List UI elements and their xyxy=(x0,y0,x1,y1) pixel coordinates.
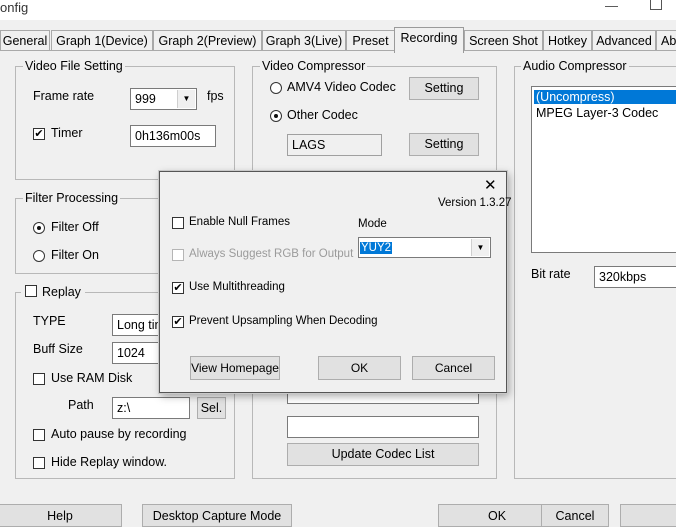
chevron-down-icon: ▼ xyxy=(471,239,489,256)
mode-label: Mode xyxy=(358,218,387,230)
filter-on-label: Filter On xyxy=(51,248,99,262)
maximize-icon[interactable] xyxy=(650,0,662,10)
type-dropdown[interactable]: Long tim xyxy=(112,314,162,336)
window-title: onfig xyxy=(0,0,29,15)
timer-checkbox[interactable]: ✔ xyxy=(33,128,45,140)
frame-rate-value: 999 xyxy=(135,92,156,106)
title-bar xyxy=(0,0,676,20)
tab-advanced[interactable]: Advanced xyxy=(592,30,656,51)
tab-hotkey[interactable]: Hotkey xyxy=(543,30,592,51)
mode-dropdown[interactable]: YUY2 ▼ xyxy=(358,237,491,258)
ram-disk-label: Use RAM Disk xyxy=(51,371,133,385)
dialog-ok-button[interactable]: OK xyxy=(318,356,401,380)
buff-size-input[interactable]: 1024 xyxy=(112,342,162,364)
tab-about[interactable]: Ab xyxy=(656,30,676,51)
audio-codec-item[interactable]: (Uncompress) xyxy=(534,90,676,104)
path-input[interactable]: z:\ xyxy=(112,397,190,419)
suggest-rgb-label: Always Suggest RGB for Output xyxy=(189,248,354,260)
bitrate-dropdown[interactable]: 320kbps xyxy=(594,266,676,288)
path-label: Path xyxy=(68,398,94,412)
codec-field-b[interactable] xyxy=(287,416,479,438)
frame-rate-label: Frame rate xyxy=(33,89,95,103)
buff-size-label: Buff Size xyxy=(33,342,83,356)
codec-config-dialog: ✕ Version 1.3.27 Enable Null Frames Alwa… xyxy=(159,171,512,393)
video-file-group xyxy=(15,66,235,180)
update-codec-list-button[interactable]: Update Codec List xyxy=(287,443,479,466)
filter-off-radio[interactable] xyxy=(33,222,45,234)
replay-checkbox[interactable] xyxy=(25,285,37,297)
amv4-setting-button[interactable]: Setting xyxy=(409,77,479,100)
auto-pause-checkbox[interactable] xyxy=(33,429,45,441)
tab-graph3[interactable]: Graph 3(Live) xyxy=(262,30,346,51)
timer-label: Timer xyxy=(51,126,83,140)
ok-button[interactable]: OK xyxy=(438,504,556,527)
other-setting-button[interactable]: Setting xyxy=(409,133,479,156)
other-codec-radio[interactable] xyxy=(270,110,282,122)
video-compressor-legend: Video Compressor xyxy=(260,59,368,73)
amv4-label: AMV4 Video Codec xyxy=(287,80,396,94)
apply-button[interactable] xyxy=(620,504,676,527)
mode-value: YUY2 xyxy=(360,242,393,254)
replay-legend: Replay xyxy=(42,285,81,299)
version-label: Version 1.3.27 xyxy=(438,197,512,209)
tab-graph2[interactable]: Graph 2(Preview) xyxy=(153,30,262,51)
path-select-button[interactable]: Sel. xyxy=(197,397,226,419)
ram-disk-checkbox[interactable] xyxy=(33,373,45,385)
replay-legend-box: Replay xyxy=(21,285,85,299)
desktop-capture-button[interactable]: Desktop Capture Mode xyxy=(142,504,292,527)
dialog-cancel-button[interactable]: Cancel xyxy=(412,356,495,380)
audio-compressor-legend: Audio Compressor xyxy=(521,59,629,73)
type-label: TYPE xyxy=(33,314,66,328)
help-button[interactable]: Help xyxy=(0,504,122,527)
audio-codec-list[interactable]: (Uncompress) MPEG Layer-3 Codec xyxy=(531,86,676,253)
prevent-upsampling-label: Prevent Upsampling When Decoding xyxy=(189,315,378,327)
tab-general[interactable]: General xyxy=(0,30,50,51)
video-file-legend: Video File Setting xyxy=(23,59,125,73)
codec-name-field: LAGS xyxy=(287,134,382,156)
auto-pause-label: Auto pause by recording xyxy=(51,427,187,441)
filter-on-radio[interactable] xyxy=(33,250,45,262)
suggest-rgb-checkbox xyxy=(172,249,184,261)
null-frames-checkbox[interactable] xyxy=(172,217,184,229)
tab-strip: General Graph 1(Device) Graph 2(Preview)… xyxy=(0,27,676,53)
filter-legend: Filter Processing xyxy=(23,191,121,205)
close-icon[interactable]: ✕ xyxy=(484,176,497,194)
hide-replay-label: Hide Replay window. xyxy=(51,455,168,469)
other-codec-label: Other Codec xyxy=(287,108,358,122)
chevron-down-icon: ▼ xyxy=(177,90,195,108)
tab-graph1[interactable]: Graph 1(Device) xyxy=(51,30,153,51)
tab-screenshot[interactable]: Screen Shot xyxy=(464,30,543,51)
null-frames-label: Enable Null Frames xyxy=(189,216,290,228)
tab-preset[interactable]: Preset xyxy=(346,30,395,51)
prevent-upsampling-checkbox[interactable]: ✔ xyxy=(172,316,184,328)
fps-label: fps xyxy=(207,89,224,103)
amv4-radio[interactable] xyxy=(270,82,282,94)
timer-input[interactable]: 0h136m00s xyxy=(130,125,216,147)
frame-rate-dropdown[interactable]: 999 ▼ xyxy=(130,88,197,110)
view-homepage-button[interactable]: View Homepage xyxy=(190,356,280,380)
filter-off-label: Filter Off xyxy=(51,220,99,234)
audio-codec-item[interactable]: MPEG Layer-3 Codec xyxy=(536,106,658,120)
multithreading-checkbox[interactable]: ✔ xyxy=(172,282,184,294)
hide-replay-checkbox[interactable] xyxy=(33,457,45,469)
cancel-button[interactable]: Cancel xyxy=(541,504,609,527)
bitrate-label: Bit rate xyxy=(531,267,571,281)
tab-recording[interactable]: Recording xyxy=(394,27,464,53)
multithreading-label: Use Multithreading xyxy=(189,281,285,293)
minimize-icon[interactable]: — xyxy=(605,0,618,14)
